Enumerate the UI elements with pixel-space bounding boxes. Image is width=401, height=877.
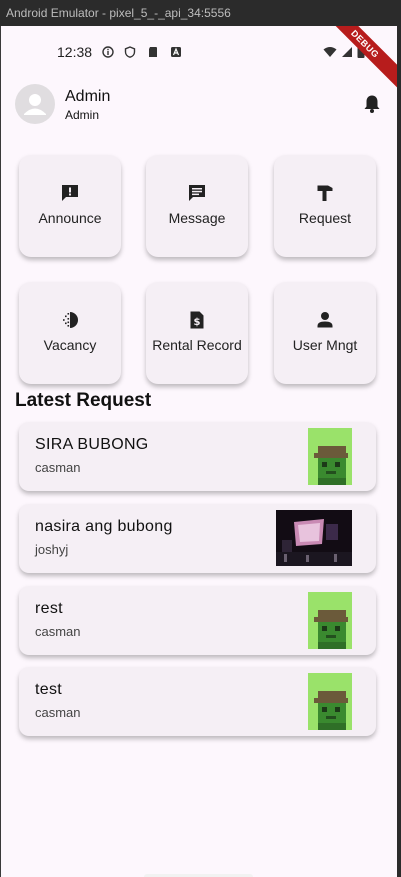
user-management-label: User Mngt: [292, 337, 358, 353]
pixel-avatar-thumbnail: [308, 673, 352, 730]
emulator-title-bar: Android Emulator - pixel_5_-_api_34:5556: [0, 0, 401, 26]
status-bar: 12:38: [1, 40, 398, 64]
request-user: casman: [35, 460, 81, 475]
pixel-avatar-thumbnail: [308, 428, 352, 485]
vacancy-button[interactable]: Vacancy: [19, 282, 121, 384]
sd-card-icon: [149, 47, 157, 57]
user-management-button[interactable]: User Mngt: [274, 282, 376, 384]
request-card[interactable]: test casman: [19, 667, 376, 736]
user-role: Admin: [65, 108, 100, 122]
user-name: Admin: [65, 88, 111, 105]
svg-text:$: $: [194, 317, 201, 328]
status-time: 12:38: [57, 44, 93, 60]
request-card[interactable]: nasira ang bubong joshyj: [19, 504, 376, 573]
phone-screen: 12:38 DEBUG Admin Admin Announce Message…: [0, 26, 398, 877]
photo-thumbnail: [276, 510, 352, 566]
hammer-icon: [317, 185, 333, 201]
announce-button[interactable]: Announce: [19, 155, 121, 257]
request-card[interactable]: rest casman: [19, 586, 376, 655]
request-title: nasira ang bubong: [35, 518, 173, 535]
request-label: Request: [298, 210, 352, 226]
message-label: Message: [168, 210, 226, 226]
signal-icon: [342, 47, 352, 57]
info-icon: [102, 46, 114, 58]
announcement-icon: [62, 185, 78, 201]
shield-icon: [124, 46, 136, 58]
request-user: casman: [35, 624, 81, 639]
request-button[interactable]: Request: [274, 155, 376, 257]
request-user: joshyj: [35, 542, 69, 557]
announce-label: Announce: [38, 210, 102, 226]
rental-record-label: Rental Record: [152, 337, 242, 353]
request-title: rest: [35, 600, 63, 617]
dollar-doc-icon: $: [190, 311, 204, 329]
person-icon: [317, 312, 333, 328]
avatar[interactable]: [15, 84, 55, 124]
profile-header: Admin Admin: [15, 84, 385, 126]
emulator-frame-edge: [397, 26, 401, 877]
vacancy-icon: [63, 312, 78, 328]
message-button[interactable]: Message: [146, 155, 248, 257]
pixel-avatar-thumbnail: [308, 592, 352, 649]
window-title: Android Emulator - pixel_5_-_api_34:5556: [6, 6, 231, 20]
app-notification-icon: [171, 47, 181, 57]
vacancy-label: Vacancy: [43, 337, 97, 353]
notification-bell-icon[interactable]: [363, 94, 381, 114]
request-user: casman: [35, 705, 81, 720]
request-title: SIRA BUBONG: [35, 436, 149, 453]
rental-record-button[interactable]: $ Rental Record: [146, 282, 248, 384]
request-title: test: [35, 681, 62, 698]
person-avatar-icon: [24, 94, 46, 115]
message-icon: [189, 185, 205, 201]
latest-request-heading: Latest Request: [15, 390, 152, 411]
request-card[interactable]: SIRA BUBONG casman: [19, 422, 376, 491]
wifi-icon: [323, 47, 337, 57]
